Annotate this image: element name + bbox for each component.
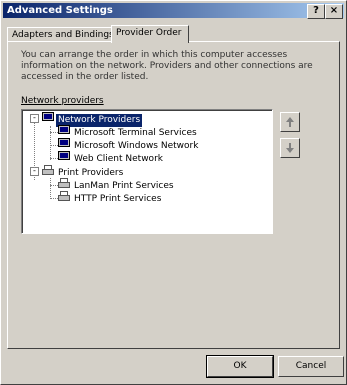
tree-line xyxy=(50,145,58,146)
tab-adapters-and-bindings[interactable]: Adapters and Bindings xyxy=(7,27,114,42)
tree-line xyxy=(50,178,51,199)
tree-item-lanman-print-services[interactable]: LanMan Print Services xyxy=(58,178,176,191)
close-button[interactable]: × xyxy=(325,4,343,19)
move-up-button[interactable] xyxy=(280,112,300,132)
network-providers-icon xyxy=(42,112,54,127)
printer-icon xyxy=(58,191,70,206)
arrow-up-icon xyxy=(286,117,294,127)
expander-network-providers[interactable]: - xyxy=(30,114,39,123)
tree-item-network-providers[interactable]: Network Providers xyxy=(42,112,144,128)
providers-tree[interactable]: - Network Providers Microsoft Terminal S… xyxy=(21,109,273,234)
network-icon xyxy=(58,151,70,166)
tree-item-print-providers[interactable]: Print Providers xyxy=(42,165,125,178)
window-title: Advanced Settings xyxy=(7,5,113,16)
tree-item-microsoft-terminal-services[interactable]: Microsoft Terminal Services xyxy=(58,125,199,138)
tab-provider-order[interactable]: Provider Order xyxy=(111,25,189,43)
title-bar[interactable]: Advanced Settings ? × xyxy=(3,3,344,19)
tree-line xyxy=(50,185,58,186)
printer-icon xyxy=(42,165,54,180)
help-button[interactable]: ? xyxy=(307,4,325,19)
cancel-button[interactable]: Cancel xyxy=(278,356,344,377)
move-down-button[interactable] xyxy=(280,138,300,158)
arrow-down-icon xyxy=(286,143,294,153)
tree-line xyxy=(50,158,58,159)
tree-line xyxy=(50,132,58,133)
ok-button[interactable]: OK xyxy=(206,355,274,378)
tree-item-http-print-services[interactable]: HTTP Print Services xyxy=(58,191,163,204)
tree-line xyxy=(50,198,58,199)
network-providers-label: Network providers xyxy=(21,96,104,106)
provider-order-panel: You can arrange the order in which this … xyxy=(7,41,340,349)
tree-item-microsoft-windows-network[interactable]: Microsoft Windows Network xyxy=(58,138,200,151)
advanced-settings-dialog: Advanced Settings ? × Adapters and Bindi… xyxy=(0,0,347,385)
description-text: You can arrange the order in which this … xyxy=(21,50,313,82)
tree-item-web-client-network[interactable]: Web Client Network xyxy=(58,151,165,164)
expander-print-providers[interactable]: - xyxy=(30,167,39,176)
